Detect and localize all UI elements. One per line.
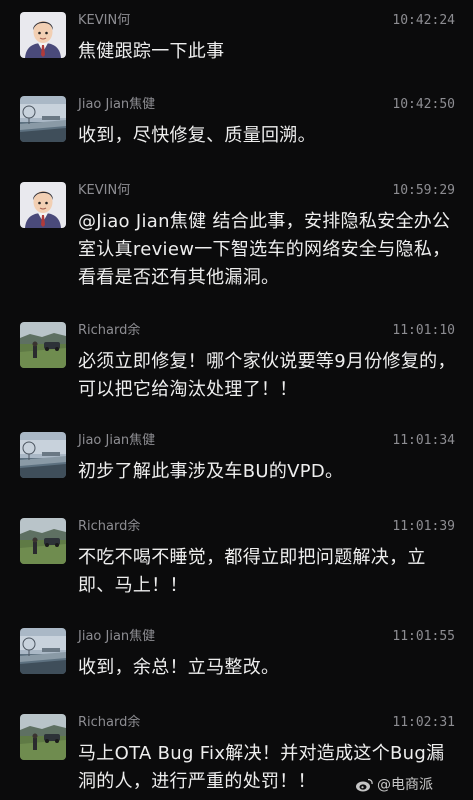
message-item: Jiao Jian焦健 11:01:55 收到，余总！立马整改。 [0, 620, 473, 717]
kevin-avatar-icon[interactable] [20, 182, 66, 228]
message-text: 收到，余总！立马整改。 [78, 657, 280, 678]
message-text: 初步了解此事涉及车BU的VPD。 [78, 461, 344, 482]
message-item: KEVIN何 10:59:29 @Jiao Jian焦健 结合此事，安排隐私安全… [0, 174, 473, 309]
message-sender[interactable]: Jiao Jian焦健 [78, 96, 155, 114]
message-timestamp: 11:01:39 [392, 519, 455, 534]
message-sender[interactable]: Jiao Jian焦健 [78, 432, 155, 450]
message-item: KEVIN何 10:42:24 焦健跟踪一下此事 [0, 4, 473, 101]
message-item: Richard余 11:01:39 不吃不喝不睡觉，都得立即把问题解决，立即、马… [0, 510, 473, 615]
waterfront-avatar-icon[interactable] [20, 628, 66, 674]
message-sender[interactable]: KEVIN何 [78, 182, 130, 200]
message-sender[interactable]: Richard余 [78, 714, 140, 732]
message-timestamp: 11:01:34 [392, 433, 455, 448]
field-avatar-icon[interactable] [20, 518, 66, 564]
message-timestamp: 11:01:55 [392, 629, 455, 644]
field-avatar-icon[interactable] [20, 714, 66, 760]
message-item: Jiao Jian焦健 10:42:50 收到，尽快修复、质量回溯。 [0, 88, 473, 185]
message-sender[interactable]: Jiao Jian焦健 [78, 628, 155, 646]
waterfront-avatar-icon[interactable] [20, 96, 66, 142]
message-item: Richard余 11:01:10 必须立即修复！哪个家伙说要等9月份修复的，可… [0, 314, 473, 419]
message-text: @Jiao Jian焦健 结合此事，安排隐私安全办公室认真review一下智选车… [78, 211, 451, 288]
message-sender[interactable]: Richard余 [78, 518, 140, 536]
message-text: 焦健跟踪一下此事 [78, 41, 225, 62]
message-timestamp: 10:42:50 [392, 97, 455, 112]
message-timestamp: 11:01:10 [392, 323, 455, 338]
message-sender[interactable]: KEVIN何 [78, 12, 130, 30]
kevin-avatar-icon[interactable] [20, 12, 66, 58]
weibo-logo-icon [356, 778, 373, 792]
message-timestamp: 10:59:29 [392, 183, 455, 198]
message-item: Jiao Jian焦健 11:01:34 初步了解此事涉及车BU的VPD。 [0, 424, 473, 521]
message-timestamp: 11:02:31 [392, 715, 455, 730]
field-avatar-icon[interactable] [20, 322, 66, 368]
waterfront-avatar-icon[interactable] [20, 432, 66, 478]
message-timestamp: 10:42:24 [392, 13, 455, 28]
message-sender[interactable]: Richard余 [78, 322, 140, 340]
weibo-watermark: @电商派 [355, 776, 433, 794]
chat-message-list: KEVIN何 10:42:24 焦健跟踪一下此事 Jiao Jian焦健 10:… [0, 0, 473, 800]
watermark-text: @电商派 [377, 777, 433, 793]
message-text: 不吃不喝不睡觉，都得立即把问题解决，立即、马上！！ [78, 547, 426, 596]
message-text: 必须立即修复！哪个家伙说要等9月份修复的，可以把它给淘汰处理了！！ [78, 351, 456, 400]
message-text: 收到，尽快修复、质量回溯。 [78, 125, 316, 146]
